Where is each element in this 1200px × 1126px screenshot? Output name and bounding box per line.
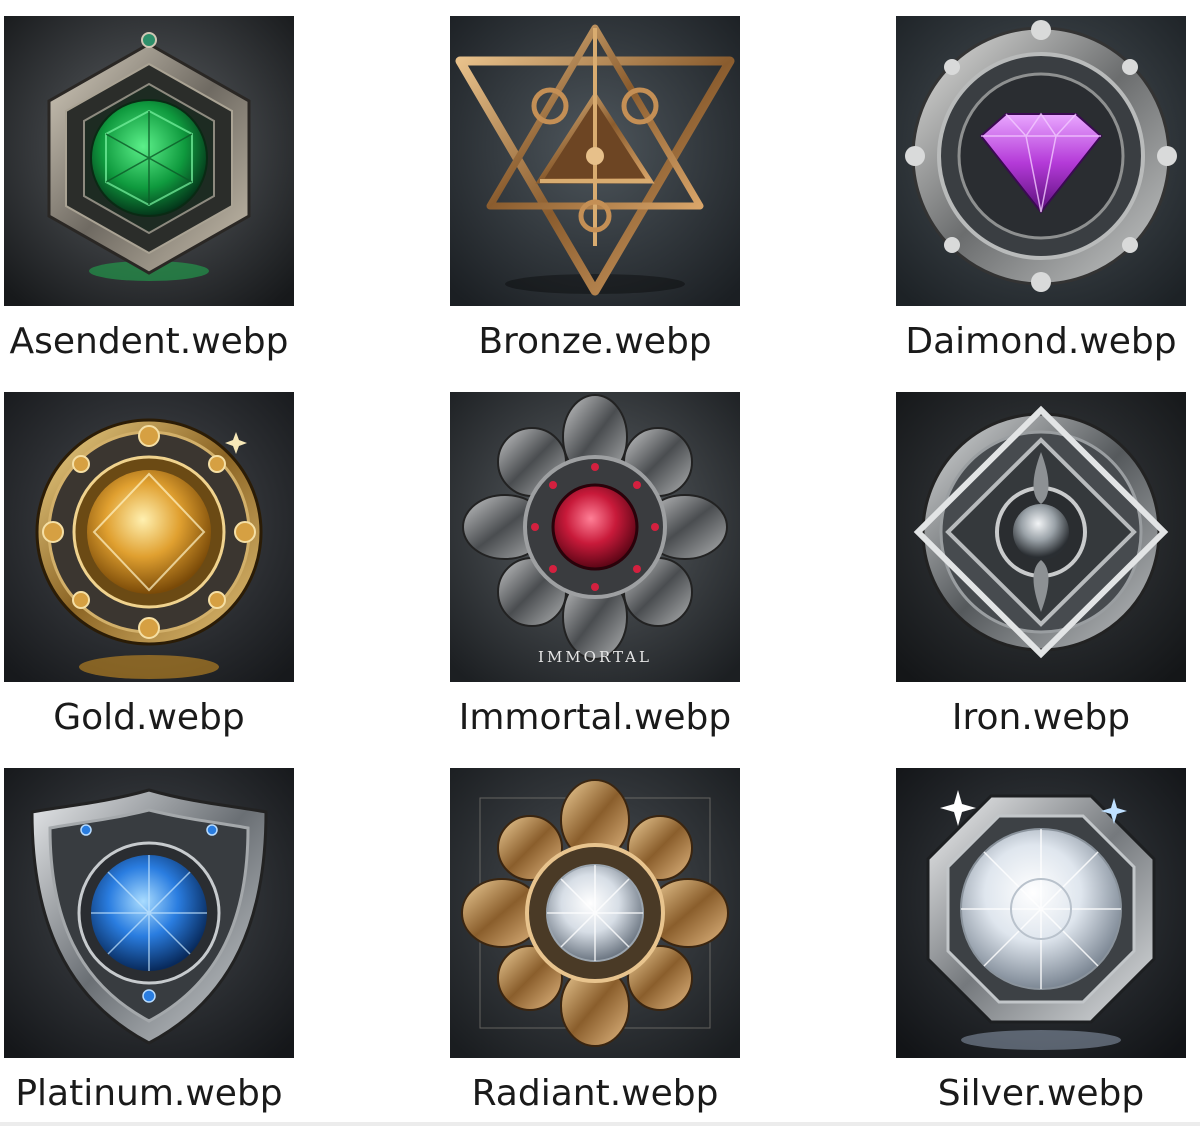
file-thumbnail[interactable] bbox=[4, 392, 294, 682]
immortal-watermark-text: IMMORTAL bbox=[538, 648, 652, 666]
file-thumbnail[interactable] bbox=[4, 16, 294, 306]
bottom-edge-divider bbox=[0, 1122, 1200, 1126]
file-thumbnail[interactable] bbox=[896, 16, 1186, 306]
file-tile-bronze[interactable]: Bronze.webp bbox=[450, 16, 740, 362]
file-tile-immortal[interactable]: IMMORTAL Immortal.webp bbox=[450, 392, 740, 738]
file-tile-radiant[interactable]: Radiant.webp bbox=[450, 768, 740, 1114]
file-tile-asendent[interactable]: Asendent.webp bbox=[4, 16, 294, 362]
file-tile-silver[interactable]: Silver.webp bbox=[896, 768, 1186, 1114]
gold-gem-round-badge-icon bbox=[4, 392, 294, 682]
file-name: Gold.webp bbox=[53, 697, 245, 738]
file-thumbnail[interactable] bbox=[450, 16, 740, 306]
file-thumbnail[interactable] bbox=[450, 768, 740, 1058]
file-name: Radiant.webp bbox=[471, 1073, 719, 1114]
file-name: Bronze.webp bbox=[478, 321, 712, 362]
file-thumbnail[interactable]: IMMORTAL bbox=[450, 392, 740, 682]
file-name: Platinum.webp bbox=[15, 1073, 283, 1114]
iron-diamond-ornate-badge-icon bbox=[896, 392, 1186, 682]
sapphire-shield-badge-icon bbox=[4, 768, 294, 1058]
emerald-hexagon-badge-icon bbox=[4, 16, 294, 306]
file-name: Silver.webp bbox=[937, 1073, 1145, 1114]
file-name: Iron.webp bbox=[951, 697, 1131, 738]
file-thumbnail[interactable] bbox=[896, 392, 1186, 682]
file-name: Daimond.webp bbox=[905, 321, 1177, 362]
file-name: Immortal.webp bbox=[458, 697, 732, 738]
ruby-flower-badge-icon: IMMORTAL bbox=[450, 392, 740, 682]
purple-diamond-ornate-badge-icon bbox=[896, 16, 1186, 306]
file-tile-iron[interactable]: Iron.webp bbox=[896, 392, 1186, 738]
file-tile-daimond[interactable]: Daimond.webp bbox=[896, 16, 1186, 362]
silver-octagon-diamond-badge-icon bbox=[896, 768, 1186, 1058]
file-name: Asendent.webp bbox=[9, 321, 289, 362]
file-thumbnail[interactable] bbox=[4, 768, 294, 1058]
file-tile-platinum[interactable]: Platinum.webp bbox=[4, 768, 294, 1114]
bronze-star-tetrahedron-badge-icon bbox=[450, 16, 740, 306]
white-diamond-golden-flower-badge-icon bbox=[450, 768, 740, 1058]
file-tile-gold[interactable]: Gold.webp bbox=[4, 392, 294, 738]
file-thumbnail[interactable] bbox=[896, 768, 1186, 1058]
